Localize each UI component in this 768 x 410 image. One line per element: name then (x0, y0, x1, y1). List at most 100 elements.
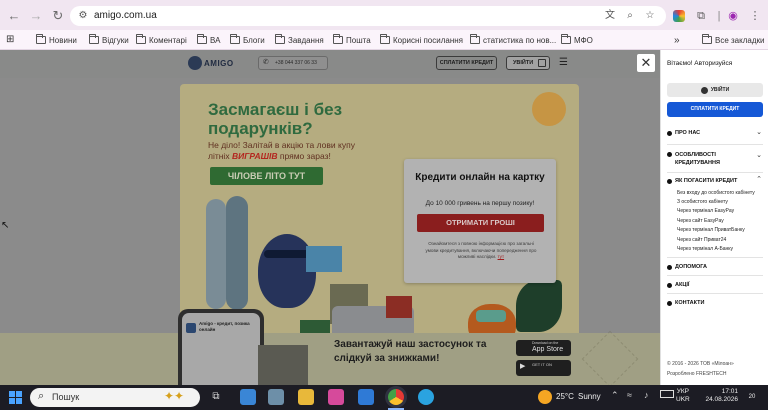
bookmarks-overflow-button[interactable]: » (674, 33, 680, 47)
panel-login-button[interactable]: УВІЙТИ (667, 83, 763, 97)
weather-icon[interactable] (538, 390, 552, 404)
task-view-icon[interactable]: ⧉ (208, 389, 224, 405)
bookmark-folder[interactable]: МФО (561, 33, 593, 47)
divider (667, 275, 763, 276)
close-icon[interactable]: ✕ (637, 54, 655, 72)
wifi-icon[interactable]: ≈ (627, 390, 632, 400)
site-pay-button[interactable]: СПЛАТИТИ КРЕДИТ (436, 56, 497, 70)
divider (667, 172, 763, 173)
submenu-item[interactable]: Через термінал ПриватБанку (677, 227, 745, 233)
windows-start-icon[interactable] (9, 391, 22, 404)
bookmark-folder[interactable]: Коментарі (136, 33, 187, 47)
translate-icon[interactable]: 文 (604, 10, 616, 22)
weather-text[interactable]: Sunny (578, 392, 601, 401)
panel-pay-button[interactable]: СПЛАТИТИ КРЕДИТ (667, 102, 763, 117)
folder-icon (136, 34, 146, 44)
zoom-icon[interactable]: ⌕ (624, 10, 636, 22)
extension-color-icon[interactable] (672, 9, 686, 23)
notification-badge[interactable]: 20 (744, 390, 760, 404)
browser-toolbar: ← → ↻ ⚙ amigo.com.ua 文 ⌕ ☆ ⧉ | ◉ ⋮ (0, 0, 768, 32)
bookmark-folder[interactable]: Корисні посилання (380, 33, 463, 47)
site-header: AMIGO ✆ +38 044 337 06 33 СПЛАТИТИ КРЕДИ… (0, 50, 660, 78)
menu-item-about[interactable]: ПРО НАС (667, 130, 700, 136)
site-login-button[interactable]: УВІЙТИ (506, 56, 550, 70)
clock[interactable]: 17:01 24.08.2026 (700, 388, 738, 404)
submenu-item[interactable]: Через термінал EasyPay (677, 208, 734, 214)
volume-icon[interactable]: ♪ (644, 390, 649, 400)
calculator-app-icon[interactable] (268, 389, 284, 405)
forward-icon[interactable]: → (28, 8, 44, 24)
site-info-icon[interactable]: ⚙ (77, 10, 89, 22)
credit-note-link[interactable]: тут (498, 254, 505, 259)
language-indicator[interactable]: УКР UKR (676, 388, 690, 404)
bookmarks-bar: ⊞ Новини Відгуки Коментарі ВА Блоги Завд… (0, 30, 768, 50)
google-play-button[interactable]: ▶ GET IT ON (516, 360, 571, 376)
download-app-section: Amigo - кредит, позика онлайн Завантажуй… (0, 309, 660, 385)
bookmark-folder[interactable]: Блоги (230, 33, 265, 47)
divider (667, 144, 763, 145)
profile-icon[interactable]: ◉ (726, 9, 740, 23)
menu-item-promotions[interactable]: АКЦІЇ (667, 282, 689, 288)
app-icon (186, 323, 196, 333)
bookmark-folder[interactable]: ВА (197, 33, 220, 47)
bookmark-folder[interactable]: статистика по нов... (470, 33, 556, 47)
monstera-leaf-image (516, 280, 562, 332)
folder-icon (36, 34, 46, 44)
url-text[interactable]: amigo.com.ua (94, 10, 157, 21)
download-text: Завантажуй наш застосунок та слідкуй за … (334, 339, 487, 364)
folder-icon (561, 34, 571, 44)
address-bar[interactable]: ⚙ amigo.com.ua 文 ⌕ ☆ (70, 6, 666, 26)
chrome-app-icon[interactable] (388, 389, 404, 405)
submenu-item[interactable]: Через сайт Приват24 (677, 237, 726, 243)
submenu-item[interactable]: Через сайт EasyPay (677, 218, 724, 224)
submenu-item[interactable]: Через термінал А-Банку (677, 246, 733, 252)
info-icon (667, 151, 672, 157)
logo-icon[interactable] (188, 56, 202, 70)
ornament-image (581, 330, 639, 385)
promo-button[interactable]: ЧІЛОВЕ ЛІТО ТУТ (210, 167, 323, 185)
menu-item-repay[interactable]: ЯК ПОГАСИТИ КРЕДИТ (667, 178, 737, 184)
folder-icon (702, 34, 712, 44)
edge-app-icon[interactable] (358, 389, 374, 405)
submenu-item[interactable]: З особистого кабінету (677, 199, 728, 205)
extensions-icon[interactable]: ⧉ (694, 9, 708, 23)
menu-item-help[interactable]: ДОПОМОГА (667, 264, 707, 270)
user-icon (700, 86, 708, 94)
back-icon[interactable]: ← (6, 8, 22, 24)
hamburger-icon[interactable]: ☰ (559, 57, 568, 68)
file-explorer-icon[interactable] (298, 389, 314, 405)
copilot-app-icon[interactable] (328, 389, 344, 405)
mouse-cursor-icon: ↖ (1, 220, 10, 231)
reload-icon[interactable]: ↻ (50, 8, 66, 24)
panel-greeting: Вітаємо! Авторизуйся (667, 60, 733, 67)
store-app-icon[interactable] (240, 389, 256, 405)
apps-icon[interactable]: ⊞ (6, 33, 14, 47)
site-logo[interactable]: AMIGO (204, 59, 234, 68)
taskbar-search[interactable]: ⌕ Пошук ✦✦ (30, 388, 200, 407)
bookmark-folder[interactable]: Пошта (333, 33, 371, 47)
app-store-button[interactable]: Download on the App Store (516, 340, 571, 356)
chevron-up-icon[interactable]: ⌃ (756, 175, 762, 183)
battery-icon[interactable] (660, 390, 674, 398)
promo-highlight: ВИГРАШІВ (231, 151, 278, 161)
tray-chevron-icon[interactable]: ⌃ (611, 390, 619, 401)
phone-button[interactable]: ✆ +38 044 337 06 33 (258, 56, 328, 70)
weather-temp[interactable]: 25°C (556, 392, 574, 401)
menu-icon[interactable]: ⋮ (748, 9, 762, 23)
submenu-item[interactable]: Без входу до особистого кабінету (677, 190, 755, 196)
copilot-sparkle-icon[interactable]: ✦✦ (164, 389, 184, 403)
help-icon (667, 264, 672, 270)
chevron-down-icon[interactable]: ⌄ (756, 128, 762, 136)
menu-item-contacts[interactable]: КОНТАКТИ (667, 300, 704, 306)
telegram-app-icon[interactable] (418, 389, 434, 405)
bookmark-star-icon[interactable]: ☆ (644, 10, 656, 22)
gift-box-image (306, 246, 342, 272)
all-bookmarks-button[interactable]: Все закладки (702, 33, 764, 47)
menu-item-features[interactable]: ОСОБЛИВОСТІ КРЕДИТУВАННЯ (667, 151, 745, 167)
bookmark-folder[interactable]: Відгуки (89, 33, 129, 47)
chevron-down-icon[interactable]: ⌄ (756, 151, 762, 159)
bookmark-folder[interactable]: Завдання (275, 33, 324, 47)
copyright-text: © 2016 - 2026 ТОВ «Мілоан» (667, 361, 734, 367)
bookmark-folder[interactable]: Новини (36, 33, 77, 47)
get-money-button[interactable]: ОТРИМАТИ ГРОШІ (417, 214, 544, 232)
